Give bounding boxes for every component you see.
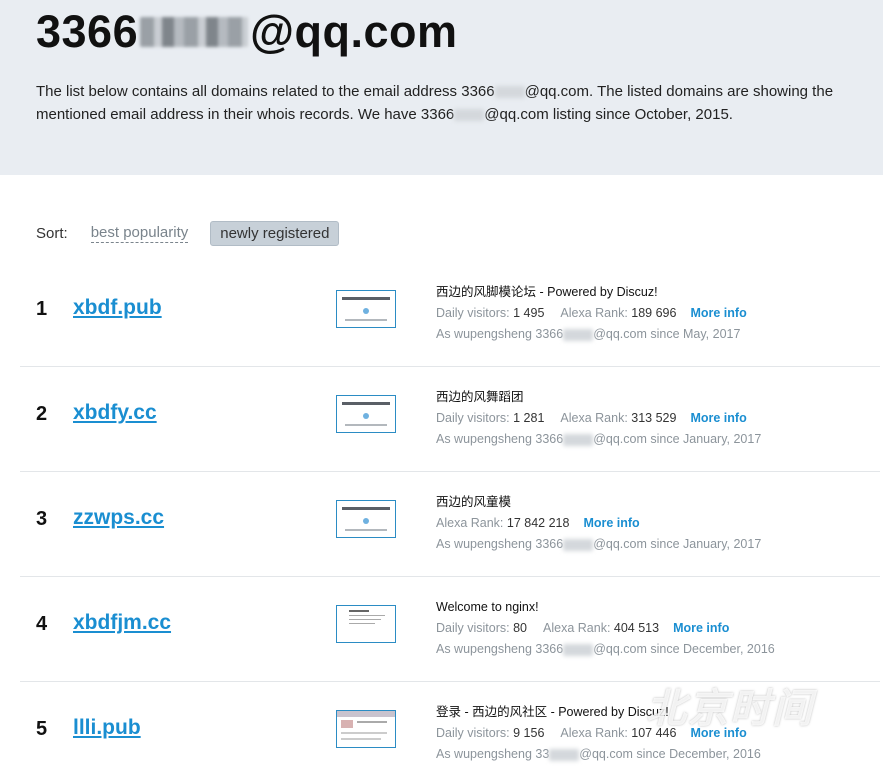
sort-newly-registered[interactable]: newly registered — [210, 221, 340, 246]
more-info-link[interactable]: More info — [690, 411, 746, 425]
site-title: 西边的风童模 — [436, 495, 512, 509]
alexa-rank: 17 842 218 — [506, 516, 570, 530]
sort-label: Sort: — [36, 225, 68, 242]
domain-info: 西边的风舞蹈团 Daily visitors: 1 281 Alexa Rank:… — [436, 387, 761, 450]
sort-best-popularity[interactable]: best popularity — [90, 224, 189, 243]
domain-row: 3 zzwps.cc 西边的风童模 Alexa Rank: 17 842 218… — [20, 472, 880, 577]
domain-row: 2 xbdfy.cc 西边的风舞蹈团 Daily visitors: 1 281… — [20, 367, 880, 472]
site-stats: Daily visitors: 1 495 Alexa Rank: 189 696… — [436, 306, 747, 320]
rank-number: 3 — [36, 508, 48, 530]
redacted-inline — [549, 748, 580, 761]
domain-link[interactable]: zzwps.cc — [73, 506, 164, 530]
site-thumbnail[interactable] — [336, 710, 396, 748]
more-info-link[interactable]: More info — [583, 516, 639, 530]
email-suffix: @qq.com — [250, 6, 458, 57]
redacted-inline — [563, 433, 594, 446]
owner-line: As wupengsheng 33 @qq.com since December,… — [436, 747, 761, 761]
page-description: The list below contains all domains rela… — [36, 83, 834, 123]
site-thumbnail[interactable] — [336, 500, 396, 538]
site-stats: Alexa Rank: 17 842 218 More info — [436, 516, 640, 530]
owner-line: As wupengsheng 3366 @qq.com since January… — [436, 432, 762, 446]
domain-info: 登录 - 西边的风社区 - Powered by Discuz! Daily v… — [436, 702, 761, 765]
site-title: 登录 - 西边的风社区 - Powered by Discuz! — [436, 705, 669, 719]
sort-bar: Sort: best popularity newly registered — [36, 221, 340, 246]
owner-line: As wupengsheng 3366 @qq.com since Decembe… — [436, 642, 775, 656]
alexa-rank: 107 446 — [631, 726, 677, 740]
domain-link[interactable]: xbdfjm.cc — [73, 611, 171, 635]
alexa-rank: 404 513 — [613, 621, 660, 635]
site-stats: Daily visitors: 80 Alexa Rank: 404 513 Mor… — [436, 621, 730, 635]
site-title: Welcome to nginx! — [436, 600, 539, 614]
site-thumbnail[interactable] — [336, 605, 396, 643]
site-thumbnail[interactable] — [336, 290, 396, 328]
daily-visitors: 1 495 — [513, 306, 545, 320]
redacted-block — [140, 17, 249, 47]
owner-line: As wupengsheng 3366 @qq.com since May, 20… — [436, 327, 741, 341]
email-title: 3366 @qq.com — [36, 6, 458, 58]
more-info-link[interactable]: More info — [690, 726, 746, 740]
more-info-link[interactable]: More info — [690, 306, 746, 320]
more-info-link[interactable]: More info — [673, 621, 729, 635]
site-thumbnail[interactable] — [336, 395, 396, 433]
domain-link[interactable]: xbdfy.cc — [73, 401, 157, 425]
daily-visitors: 80 — [513, 621, 528, 635]
domain-link[interactable]: llli.pub — [73, 716, 141, 740]
rank-number: 1 — [36, 298, 48, 320]
email-prefix: 3366 — [36, 6, 139, 57]
domain-row: 1 xbdf.pub 西边的风脚模论坛 - Powered by Discuz!… — [20, 262, 880, 367]
alexa-rank: 189 696 — [631, 306, 677, 320]
daily-visitors: 9 156 — [513, 726, 545, 740]
site-title: 西边的风舞蹈团 — [436, 390, 524, 404]
rank-number: 2 — [36, 403, 48, 425]
domain-link[interactable]: xbdf.pub — [73, 296, 162, 320]
site-title: 西边的风脚模论坛 - Powered by Discuz! — [436, 285, 658, 299]
redacted-inline — [454, 109, 485, 122]
domain-info: Welcome to nginx! Daily visitors: 80 Alex… — [436, 597, 775, 660]
domain-info: 西边的风童模 Alexa Rank: 17 842 218 More info A… — [436, 492, 761, 555]
domain-row: 5 llli.pub 登录 - 西边的风社区 - Powered by Disc… — [20, 682, 880, 782]
redacted-inline — [494, 86, 525, 99]
site-stats: Daily visitors: 1 281 Alexa Rank: 313 529… — [436, 411, 747, 425]
domain-row: 4 xbdfjm.cc Welcome to nginx! Daily visi… — [20, 577, 880, 682]
rank-number: 4 — [36, 613, 48, 635]
domain-info: 西边的风脚模论坛 - Powered by Discuz! Daily visi… — [436, 282, 747, 345]
site-stats: Daily visitors: 9 156 Alexa Rank: 107 446… — [436, 726, 747, 740]
page-header: 3366 @qq.com The list below contains all… — [0, 0, 883, 175]
daily-visitors: 1 281 — [513, 411, 545, 425]
redacted-inline — [563, 538, 594, 551]
redacted-inline — [563, 328, 594, 341]
redacted-inline — [563, 643, 594, 656]
owner-line: As wupengsheng 3366 @qq.com since January… — [436, 537, 762, 551]
rank-number: 5 — [36, 718, 48, 740]
alexa-rank: 313 529 — [631, 411, 677, 425]
